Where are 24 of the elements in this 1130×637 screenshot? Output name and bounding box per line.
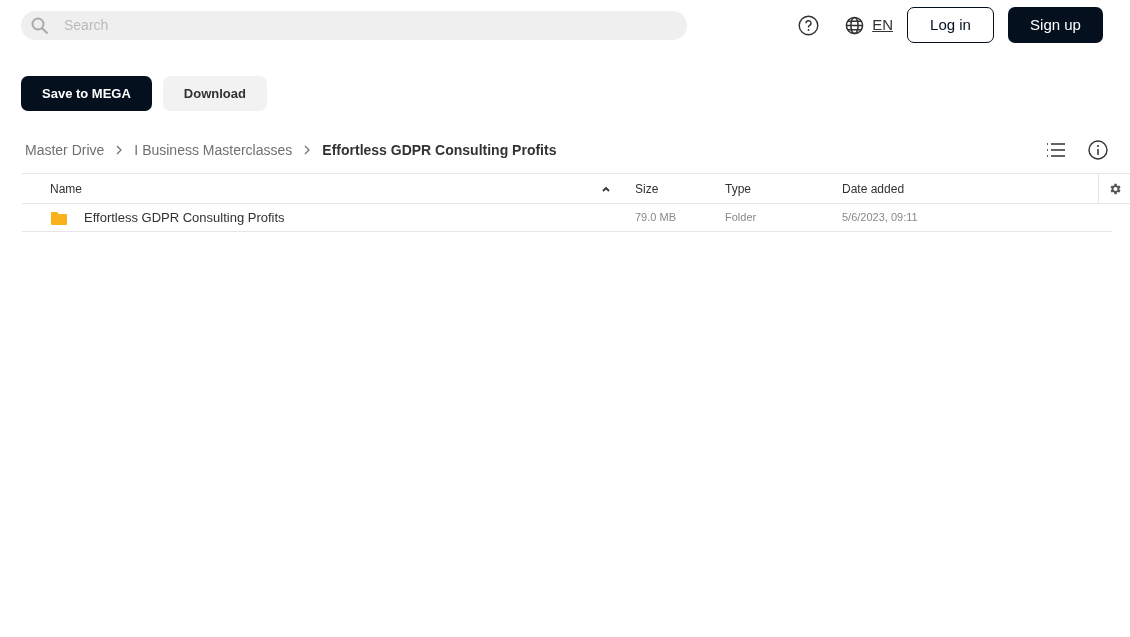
help-icon[interactable] xyxy=(798,14,820,36)
info-icon[interactable] xyxy=(1088,140,1108,160)
breadcrumb-item[interactable]: Effortless GDPR Consulting Profits xyxy=(322,139,557,161)
column-header[interactable]: Name xyxy=(50,179,82,198)
breadcrumb-item[interactable]: I Business Masterclasses xyxy=(134,139,293,161)
language-link[interactable]: EN xyxy=(872,13,893,37)
date-added: 5/6/2023, 09:11 xyxy=(842,210,918,226)
login-button[interactable]: Log in xyxy=(907,7,994,43)
folder-icon xyxy=(50,210,68,225)
chevron-right-icon xyxy=(304,145,311,155)
file-size: 79.0 MB xyxy=(635,210,676,226)
globe-icon[interactable] xyxy=(845,15,865,35)
file-type: Folder xyxy=(725,210,757,226)
signup-button[interactable]: Sign up xyxy=(1008,7,1103,43)
list-view-icon[interactable] xyxy=(1046,142,1066,158)
column-header[interactable]: Type xyxy=(725,179,751,198)
sort-caret-icon[interactable] xyxy=(602,185,610,192)
breadcrumb-item[interactable]: Master Drive xyxy=(25,139,105,161)
save-button[interactable]: Save to MEGA xyxy=(21,76,152,111)
column-header[interactable]: Size xyxy=(635,179,659,198)
chevron-right-icon xyxy=(116,145,123,155)
download-button[interactable]: Download xyxy=(162,76,267,111)
file-name[interactable]: Effortless GDPR Consulting Profits xyxy=(84,207,285,228)
column-header[interactable]: Date added xyxy=(842,179,905,198)
